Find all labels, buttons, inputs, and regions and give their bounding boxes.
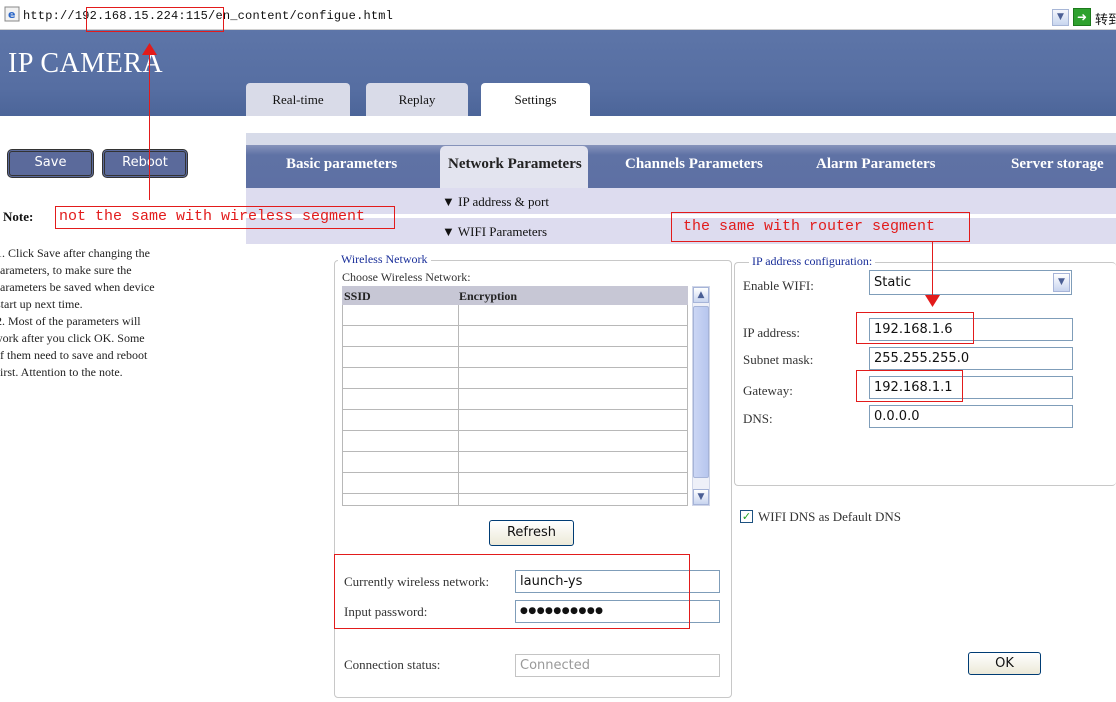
ok-button[interactable]: OK — [968, 652, 1041, 675]
col-ssid: SSID — [344, 289, 371, 303]
table-row — [343, 430, 688, 431]
annotation-not-same-text: not the same with wireless segment — [59, 208, 366, 225]
choose-network-label: Choose Wireless Network: — [342, 270, 471, 284]
save-button[interactable]: Save — [7, 149, 94, 178]
col-encryption: Encryption — [459, 289, 518, 303]
table-row — [343, 346, 688, 347]
connection-status-label: Connection status: — [344, 657, 441, 672]
tab-replay[interactable]: Replay — [366, 83, 468, 116]
table-row — [343, 367, 688, 368]
scroll-down-icon[interactable]: ▼ — [693, 489, 709, 505]
gateway-label: Gateway: — [743, 383, 793, 398]
table-row — [343, 493, 688, 494]
ip-config-legend: IP address configuration: — [749, 254, 876, 269]
table-row — [343, 388, 688, 389]
enable-wifi-value: Static — [874, 275, 912, 290]
url-path: /en_content/configue.html — [208, 9, 394, 23]
subnet-mask-label: Subnet mask: — [743, 352, 814, 367]
note-label: Note: — [3, 209, 34, 224]
note-line: first. Attention to the note. — [0, 365, 123, 379]
wireless-network-legend: Wireless Network — [338, 252, 431, 267]
subnet-mask-field[interactable]: 255.255.255.0 — [869, 347, 1073, 370]
section-wifi-label: ▼ WIFI Parameters — [442, 224, 548, 239]
section-ip-label: ▼ IP address & port — [442, 194, 549, 209]
reboot-button[interactable]: Reboot — [102, 149, 188, 178]
wifi-dns-checkbox[interactable]: ✓ — [740, 510, 753, 523]
subnav-alarm-parameters[interactable]: Alarm Parameters — [816, 156, 936, 173]
annotation-arrow-down-icon — [925, 295, 940, 307]
dns-label: DNS: — [743, 411, 773, 426]
tab-settings[interactable]: Settings — [481, 83, 590, 116]
note-line: 2. Most of the parameters will — [0, 314, 141, 328]
dns-field[interactable]: 0.0.0.0 — [869, 405, 1073, 428]
note-line: 1. Click Save after changing the — [0, 246, 150, 260]
annotation-ip-box — [856, 312, 974, 344]
ssid-table[interactable] — [342, 286, 688, 506]
ip-address-label: IP address: — [743, 325, 800, 340]
enable-wifi-label: Enable WIFI: — [743, 278, 814, 293]
subnav-top-strip — [246, 133, 1116, 145]
wifi-dns-label: WIFI DNS as Default DNS — [758, 509, 901, 524]
subnav-basic-parameters[interactable]: Basic parameters — [286, 156, 397, 173]
subnav-channels-parameters[interactable]: Channels Parameters — [625, 156, 763, 173]
annotation-arrow-up-icon — [142, 43, 157, 55]
go-arrow-icon[interactable]: ➜ — [1073, 8, 1091, 26]
app-title: IP CAMERA — [8, 48, 164, 79]
address-dropdown-icon[interactable]: ▼ — [1052, 9, 1069, 26]
note-line: work after you click OK. Some — [0, 331, 145, 345]
annotation-same-router-text: the same with router segment — [683, 218, 936, 235]
note-line: parameters, to make sure the — [0, 263, 132, 277]
tab-real-time[interactable]: Real-time — [246, 83, 350, 116]
annotation-arrow-line — [149, 52, 150, 200]
chevron-down-icon[interactable]: ▼ — [1053, 273, 1070, 292]
url-scheme: http:// — [23, 9, 75, 23]
scroll-thumb[interactable] — [693, 306, 709, 478]
table-row — [343, 472, 688, 473]
table-row — [343, 325, 688, 326]
scroll-up-icon[interactable]: ▲ — [693, 287, 709, 303]
refresh-button[interactable]: Refresh — [489, 520, 574, 546]
subnav-server-storage[interactable]: Server storage — [1011, 156, 1104, 173]
ie-page-icon: e — [4, 6, 20, 22]
svg-text:e: e — [8, 8, 15, 21]
enable-wifi-select[interactable]: Static — [869, 270, 1072, 295]
table-row — [343, 451, 688, 452]
table-column-divider — [458, 305, 459, 505]
connection-status-field: Connected — [515, 654, 720, 677]
annotation-wireless-credentials-box — [334, 554, 690, 629]
note-line: parameters be saved when device — [0, 280, 155, 294]
annotation-ip-highlight — [86, 7, 224, 32]
go-label[interactable]: 转到 — [1095, 9, 1116, 28]
annotation-arrow-line — [932, 242, 933, 298]
table-row — [343, 409, 688, 410]
subnav-network-parameters[interactable]: Network Parameters — [448, 156, 582, 173]
annotation-gateway-box — [856, 370, 963, 402]
note-line: of them need to save and reboot — [0, 348, 148, 362]
note-line: start up next time. — [0, 297, 83, 311]
